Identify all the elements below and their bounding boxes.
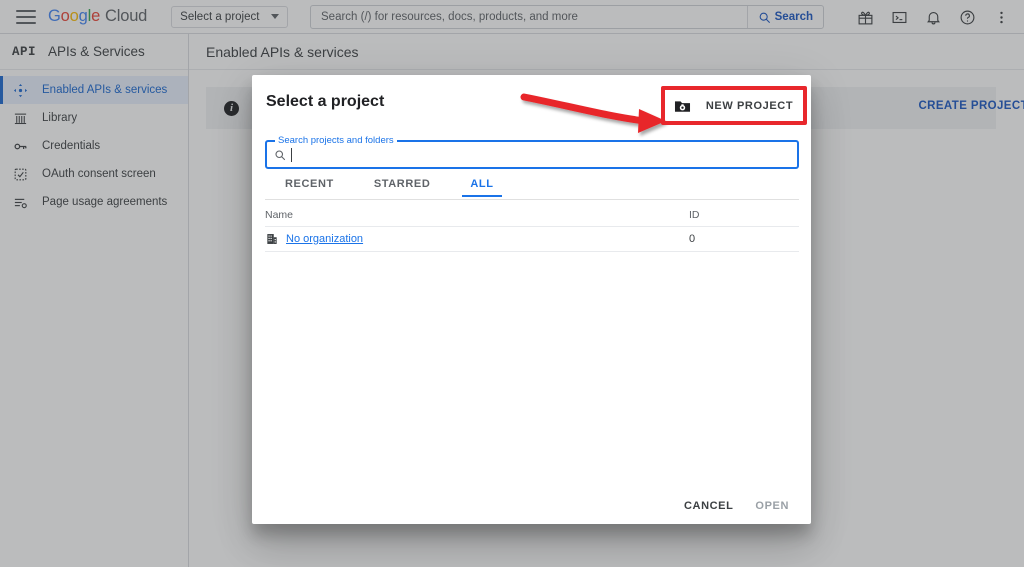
- dialog-title: Select a project: [266, 93, 385, 110]
- tab-recent[interactable]: RECENT: [265, 175, 354, 197]
- cancel-button[interactable]: CANCEL: [684, 500, 733, 512]
- text-cursor: [291, 147, 292, 162]
- google-cloud-console: Google Cloud Select a project Search (/)…: [0, 0, 1024, 567]
- organization-link[interactable]: No organization: [286, 233, 363, 245]
- projects-table: Name ID No organization 0: [265, 203, 799, 252]
- row-id-cell: 0: [689, 233, 696, 245]
- tab-starred[interactable]: STARRED: [354, 175, 451, 197]
- create-new-folder-icon: [674, 100, 690, 112]
- project-scope-tabs: RECENT STARRED ALL: [265, 175, 799, 200]
- search-icon: [275, 149, 286, 160]
- dialog-footer: CANCEL OPEN: [252, 500, 811, 512]
- select-project-dialog: Select a project NEW PROJECT Search proj…: [252, 75, 811, 524]
- project-search-field[interactable]: Search projects and folders: [265, 135, 799, 169]
- row-name-cell: No organization: [265, 232, 689, 246]
- column-header-name: Name: [265, 208, 294, 221]
- table-row[interactable]: No organization 0: [265, 227, 799, 252]
- column-header-id: ID: [689, 208, 700, 221]
- tab-all[interactable]: ALL: [450, 175, 513, 197]
- new-project-button[interactable]: NEW PROJECT: [669, 91, 797, 121]
- open-button: OPEN: [755, 500, 789, 512]
- project-search-label: Search projects and folders: [275, 135, 397, 146]
- table-header-row: Name ID: [265, 203, 799, 227]
- organization-building-icon: [267, 234, 277, 244]
- new-project-button-label: NEW PROJECT: [705, 100, 794, 112]
